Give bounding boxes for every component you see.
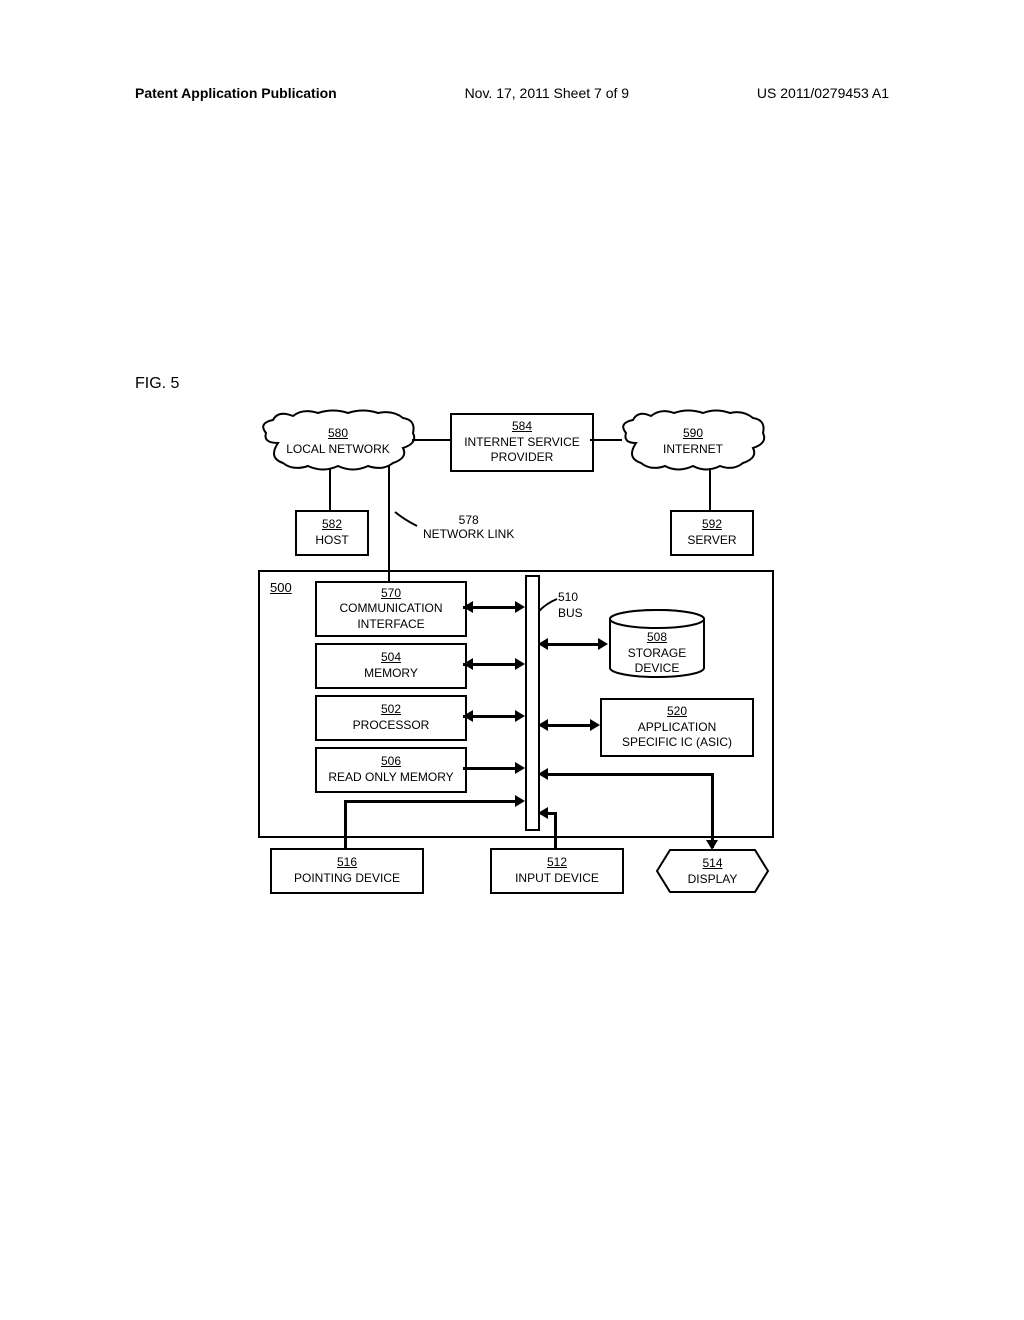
arrow-down-icon bbox=[706, 840, 718, 850]
main-box-ref: 500 bbox=[270, 580, 292, 595]
arrow-right-icon bbox=[515, 762, 525, 774]
asic-label1: APPLICATION bbox=[638, 720, 716, 736]
server-ref: 592 bbox=[702, 517, 722, 533]
storage-ref: 508 bbox=[647, 630, 667, 644]
arrow-left-icon bbox=[538, 638, 548, 650]
bus-label-group: 510 BUS bbox=[558, 590, 583, 621]
display-ref: 514 bbox=[702, 856, 722, 870]
memory-label: MEMORY bbox=[364, 666, 418, 682]
display-label: DISPLAY bbox=[688, 872, 738, 886]
server-box: 592 SERVER bbox=[670, 510, 754, 556]
processor-ref: 502 bbox=[381, 702, 401, 718]
header-center: Nov. 17, 2011 Sheet 7 of 9 bbox=[465, 85, 630, 101]
storage-label1: STORAGE bbox=[628, 646, 686, 660]
comm-interface-label1: COMMUNICATION bbox=[339, 601, 442, 617]
arrow-left-icon bbox=[463, 710, 473, 722]
rom-label: READ ONLY MEMORY bbox=[328, 770, 453, 786]
isp-ref: 584 bbox=[512, 419, 532, 435]
rom-ref: 506 bbox=[381, 754, 401, 770]
local-network-cloud: 580 LOCAL NETWORK bbox=[258, 408, 418, 473]
pointing-device-box: 516 POINTING DEVICE bbox=[270, 848, 424, 894]
line bbox=[344, 800, 347, 848]
line bbox=[388, 466, 390, 581]
comm-interface-box: 570 COMMUNICATION INTERFACE bbox=[315, 581, 467, 637]
rom-box: 506 READ ONLY MEMORY bbox=[315, 747, 467, 793]
host-label: HOST bbox=[315, 533, 348, 549]
arrow-right-icon bbox=[515, 601, 525, 613]
input-ref: 512 bbox=[547, 855, 567, 871]
line bbox=[344, 800, 520, 803]
header-right: US 2011/0279453 A1 bbox=[757, 85, 889, 101]
asic-label2: SPECIFIC IC (ASIC) bbox=[622, 735, 732, 751]
line bbox=[541, 643, 603, 646]
input-label: INPUT DEVICE bbox=[515, 871, 599, 887]
display-hex: 514 DISPLAY bbox=[655, 848, 770, 894]
network-link-label: NETWORK LINK bbox=[423, 527, 514, 541]
comm-interface-ref: 570 bbox=[381, 586, 401, 602]
local-network-ref: 580 bbox=[328, 426, 348, 440]
asic-ref: 520 bbox=[667, 704, 687, 720]
internet-cloud: 590 INTERNET bbox=[618, 408, 768, 473]
arrow-right-icon bbox=[515, 658, 525, 670]
arrow-left-icon bbox=[538, 807, 548, 819]
comm-interface-label2: INTERFACE bbox=[357, 617, 424, 633]
line bbox=[329, 468, 331, 510]
asic-box: 520 APPLICATION SPECIFIC IC (ASIC) bbox=[600, 698, 754, 757]
figure-label: FIG. 5 bbox=[135, 375, 179, 393]
header-left: Patent Application Publication bbox=[135, 85, 337, 101]
isp-box: 584 INTERNET SERVICE PROVIDER bbox=[450, 413, 594, 472]
arrow-right-icon bbox=[590, 719, 600, 731]
storage-cylinder: 508 STORAGE DEVICE bbox=[608, 608, 706, 680]
isp-label2: PROVIDER bbox=[491, 450, 554, 466]
line bbox=[463, 767, 520, 770]
local-network-label: LOCAL NETWORK bbox=[286, 442, 390, 456]
internet-label: INTERNET bbox=[663, 442, 723, 456]
line bbox=[541, 724, 596, 727]
network-link-ref: 578 bbox=[459, 513, 479, 527]
header: Patent Application Publication Nov. 17, … bbox=[135, 85, 889, 101]
storage-label2: DEVICE bbox=[635, 661, 680, 675]
network-link-label-group: 578 NETWORK LINK bbox=[423, 513, 514, 541]
server-label: SERVER bbox=[687, 533, 736, 549]
host-box: 582 HOST bbox=[295, 510, 369, 556]
swoosh-578 bbox=[393, 510, 421, 530]
bus-label: BUS bbox=[558, 606, 583, 620]
arrow-right-icon bbox=[598, 638, 608, 650]
input-device-box: 512 INPUT DEVICE bbox=[490, 848, 624, 894]
line bbox=[541, 773, 713, 776]
memory-box: 504 MEMORY bbox=[315, 643, 467, 689]
processor-box: 502 PROCESSOR bbox=[315, 695, 467, 741]
arrow-left-icon bbox=[538, 768, 548, 780]
isp-label1: INTERNET SERVICE bbox=[464, 435, 580, 451]
arrow-right-icon bbox=[515, 795, 525, 807]
line bbox=[554, 812, 557, 848]
bus-ref: 510 bbox=[558, 590, 578, 604]
host-ref: 582 bbox=[322, 517, 342, 533]
line bbox=[711, 773, 714, 848]
arrow-left-icon bbox=[538, 719, 548, 731]
internet-ref: 590 bbox=[683, 426, 703, 440]
pointing-ref: 516 bbox=[337, 855, 357, 871]
arrow-right-icon bbox=[515, 710, 525, 722]
arrow-left-icon bbox=[463, 658, 473, 670]
memory-ref: 504 bbox=[381, 650, 401, 666]
line bbox=[709, 468, 711, 510]
pointing-label: POINTING DEVICE bbox=[294, 871, 400, 887]
arrow-left-icon bbox=[463, 601, 473, 613]
processor-label: PROCESSOR bbox=[353, 718, 430, 734]
swoosh-510 bbox=[537, 597, 559, 615]
